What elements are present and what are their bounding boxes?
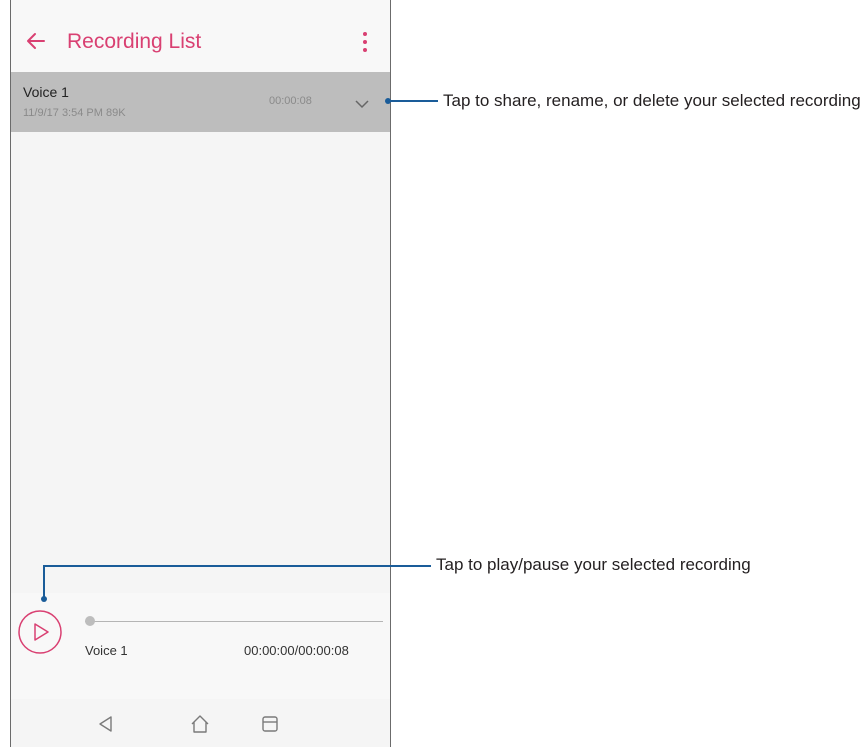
nav-home-button[interactable] (189, 713, 211, 735)
app-bar: Recording List (11, 0, 390, 72)
play-pause-button[interactable] (17, 609, 63, 655)
player-track-name: Voice 1 (85, 643, 128, 658)
back-triangle-icon (99, 716, 112, 732)
nav-back-button[interactable] (95, 713, 117, 735)
recording-list-item[interactable]: Voice 1 11/9/17 3:54 PM 89K 00:00:08 (11, 72, 390, 132)
callout-share-text: Tap to share, rename, or delete your sel… (443, 91, 861, 110)
seek-bar[interactable] (85, 621, 383, 622)
callout-share-line (388, 100, 438, 102)
more-options-button[interactable] (361, 30, 369, 54)
nav-recent-apps-button[interactable] (259, 713, 281, 735)
page-title: Recording List (67, 30, 202, 53)
recent-apps-icon (262, 716, 278, 732)
recording-duration: 00:00:08 (269, 95, 312, 107)
recording-meta: 11/9/17 3:54 PM 89K (23, 107, 126, 119)
home-icon (191, 715, 209, 733)
callout-play-hline (43, 565, 431, 567)
phone-screen: Recording List Voice 1 11/9/17 3:54 PM 8… (10, 0, 391, 747)
player-bar: Voice 1 00:00:00/00:00:08 (11, 593, 390, 699)
play-icon (18, 610, 62, 654)
more-vertical-icon (363, 32, 367, 52)
expand-options-button[interactable] (344, 86, 380, 122)
recording-name: Voice 1 (23, 84, 69, 100)
back-button[interactable] (23, 28, 49, 54)
seek-thumb[interactable] (85, 616, 95, 626)
chevron-down-icon (355, 100, 369, 109)
callout-play-vline (43, 565, 45, 599)
callout-play-text: Tap to play/pause your selected recordin… (436, 555, 751, 574)
system-nav-bar (11, 699, 390, 747)
arrow-left-icon (27, 33, 45, 49)
player-time: 00:00:00/00:00:08 (244, 643, 349, 658)
